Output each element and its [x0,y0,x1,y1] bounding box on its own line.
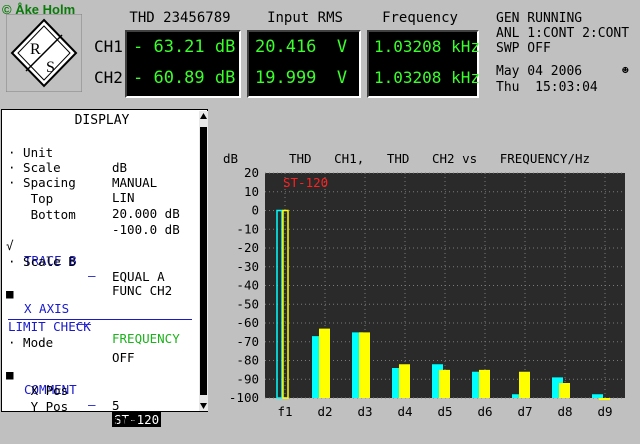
display-menu-panel: DISPLAY · Unit dB · Scale MANUAL · Spaci… [1,109,208,429]
frequency-column-title: Frequency [382,10,458,26]
menu-key: Y Pos [8,399,69,414]
y-tick-label: 10 [244,184,259,199]
ch1-rms-value: 20.416 V [255,37,348,57]
sweep-status: SWP OFF [496,41,551,56]
x-tick-label: d4 [397,404,412,419]
menu-row-comment[interactable]: ■ COMMENT — ST-120 [2,352,202,427]
x-tick-label: d3 [357,404,372,419]
menu-row-y-pos[interactable]: Y Pos 100 [2,384,202,429]
menu-title: DISPLAY [74,113,130,128]
rms-column-title: Input RMS [267,10,343,26]
menu-row-scale[interactable]: · Scale MANUAL [2,145,202,190]
limit-check-header[interactable]: LIMIT CHECK [2,304,202,334]
bar-d4-series2 [399,364,410,398]
x-tick-label: d7 [517,404,532,419]
anl-status: ANL 1:CONT 2:CONT [496,26,630,41]
rms-display: 20.416 V 19.999 V [247,30,361,98]
menu-row-unit[interactable]: · Unit dB [2,130,202,175]
y-tick-label: -70 [236,334,259,349]
ch2-thd-value: - 60.89 dB [133,68,236,88]
y-tick-label: -10 [236,221,259,236]
ch2-label: CH2 [94,68,123,87]
svg-text:R: R [30,41,41,58]
ch2-freq-value: 1.03208 kHz [374,68,480,87]
date: May 04 2006 [496,64,583,79]
menu-key: · Mode [8,335,54,350]
ch1-freq-value: 1.03208 kHz [374,37,480,56]
y-tick-label: -90 [236,371,259,386]
ch2-rms-value: 19.999 V [255,68,348,88]
menu-row-scale-b[interactable]: · Scale B EQUAL A [2,239,202,284]
rs-logo: R S [5,13,83,93]
y-tick-label: 20 [244,165,259,180]
x-tick-label: d8 [557,404,572,419]
x-tick-label: d2 [317,404,332,419]
y-tick-label: -40 [236,278,259,293]
chart-comment: ST-120 [283,175,328,190]
x-tick-label: d6 [477,404,492,419]
bar-d3-series2 [359,332,370,398]
time: Thu 15:03:04 [496,80,598,95]
bar-d6-series2 [479,369,490,398]
menu-row-top[interactable]: Top 20.000 dB [2,176,202,221]
bar-d9-series2 [599,398,610,400]
y-tick-label: -50 [236,296,259,311]
clock-icon: ☻ [622,64,629,77]
menu-value: 20.000 dB [112,206,180,221]
chart-title: THD CH1, THD CH2 vs FREQUENCY/Hz [289,151,590,166]
thd-display: - 63.21 dB - 60.89 dB [125,30,241,98]
menu-row-spacing[interactable]: · Spacing LIN [2,160,202,205]
svg-text:S: S [46,59,55,76]
bullet-icon: ■ [6,286,14,301]
bar-d8-series2 [559,383,570,398]
bar-d2-series2 [319,328,330,398]
frequency-display: 1.03208 kHz 1.03208 kHz [367,30,480,98]
bar-d5-series2 [439,369,450,398]
menu-scrollbar[interactable] [199,111,208,411]
graph-panel: dB THD CH1, THD CH2 vs FREQUENCY/Hz 20 10… [209,109,639,422]
x-tick-label: d9 [597,404,612,419]
menu-row-x-axis[interactable]: ■ X AXIS —— FREQUENCY [2,271,202,346]
y-tick-label: -30 [236,259,259,274]
thd-frequency-chart: dB THD CH1, THD CH2 vs FREQUENCY/Hz 20 10… [209,109,639,422]
menu-key: · Scale B [8,254,76,269]
menu-row-mode[interactable]: · Mode OFF [2,320,202,365]
bar-d9-series1 [592,394,603,398]
x-ticks: f1 d2 d3 d4 d5 d6 d7 d8 d9 [277,404,612,419]
scroll-thumb[interactable] [200,127,207,395]
menu-row-trace-b[interactable]: √ TRACE B — FUNC CH2 [2,223,202,298]
y-tick-label: 0 [251,203,259,218]
bar-d7-series2 [519,371,530,398]
x-tick-label: f1 [277,404,292,419]
y-tick-label: -80 [236,353,259,368]
y-tick-label: -20 [236,240,259,255]
x-tick-label: d5 [437,404,452,419]
y-tick-label: -100 [229,390,259,405]
menu-value: 5 [112,398,120,413]
menu-row-x-pos[interactable]: X Pos 5 [2,368,202,413]
thd-column-title: THD 23456789 [129,10,231,26]
menu-row-bottom[interactable]: Bottom -100.0 dB [2,192,202,237]
y-axis-label: dB [223,151,238,166]
gen-status: GEN RUNNING [496,11,583,26]
menu-key: Bottom [8,207,76,222]
y-tick-label: -60 [236,315,259,330]
ch1-label: CH1 [94,37,123,56]
ch1-thd-value: - 63.21 dB [133,37,236,57]
